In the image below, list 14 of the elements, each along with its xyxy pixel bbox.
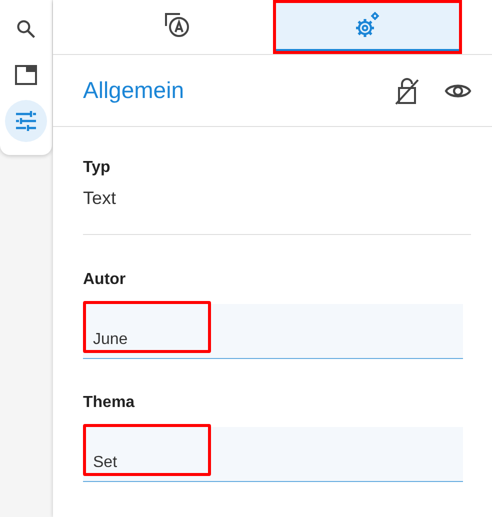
- gears-icon: [354, 10, 380, 39]
- tab[interactable]: [272, 0, 462, 54]
- input-field[interactable]: June: [83, 304, 463, 359]
- type-value: Text: [83, 188, 118, 209]
- field-label: Typ: [83, 159, 112, 177]
- window-icon: [14, 64, 38, 86]
- field-label: Thema: [83, 394, 136, 412]
- input-field[interactable]: Set: [83, 427, 463, 482]
- search-icon: [15, 18, 37, 40]
- text-badge-icon: [164, 12, 192, 38]
- lock-off-icon[interactable]: [394, 76, 420, 105]
- section-title: Allgemein: [83, 77, 185, 104]
- sliders-icon: [14, 110, 38, 132]
- field-label: Autor: [83, 271, 127, 289]
